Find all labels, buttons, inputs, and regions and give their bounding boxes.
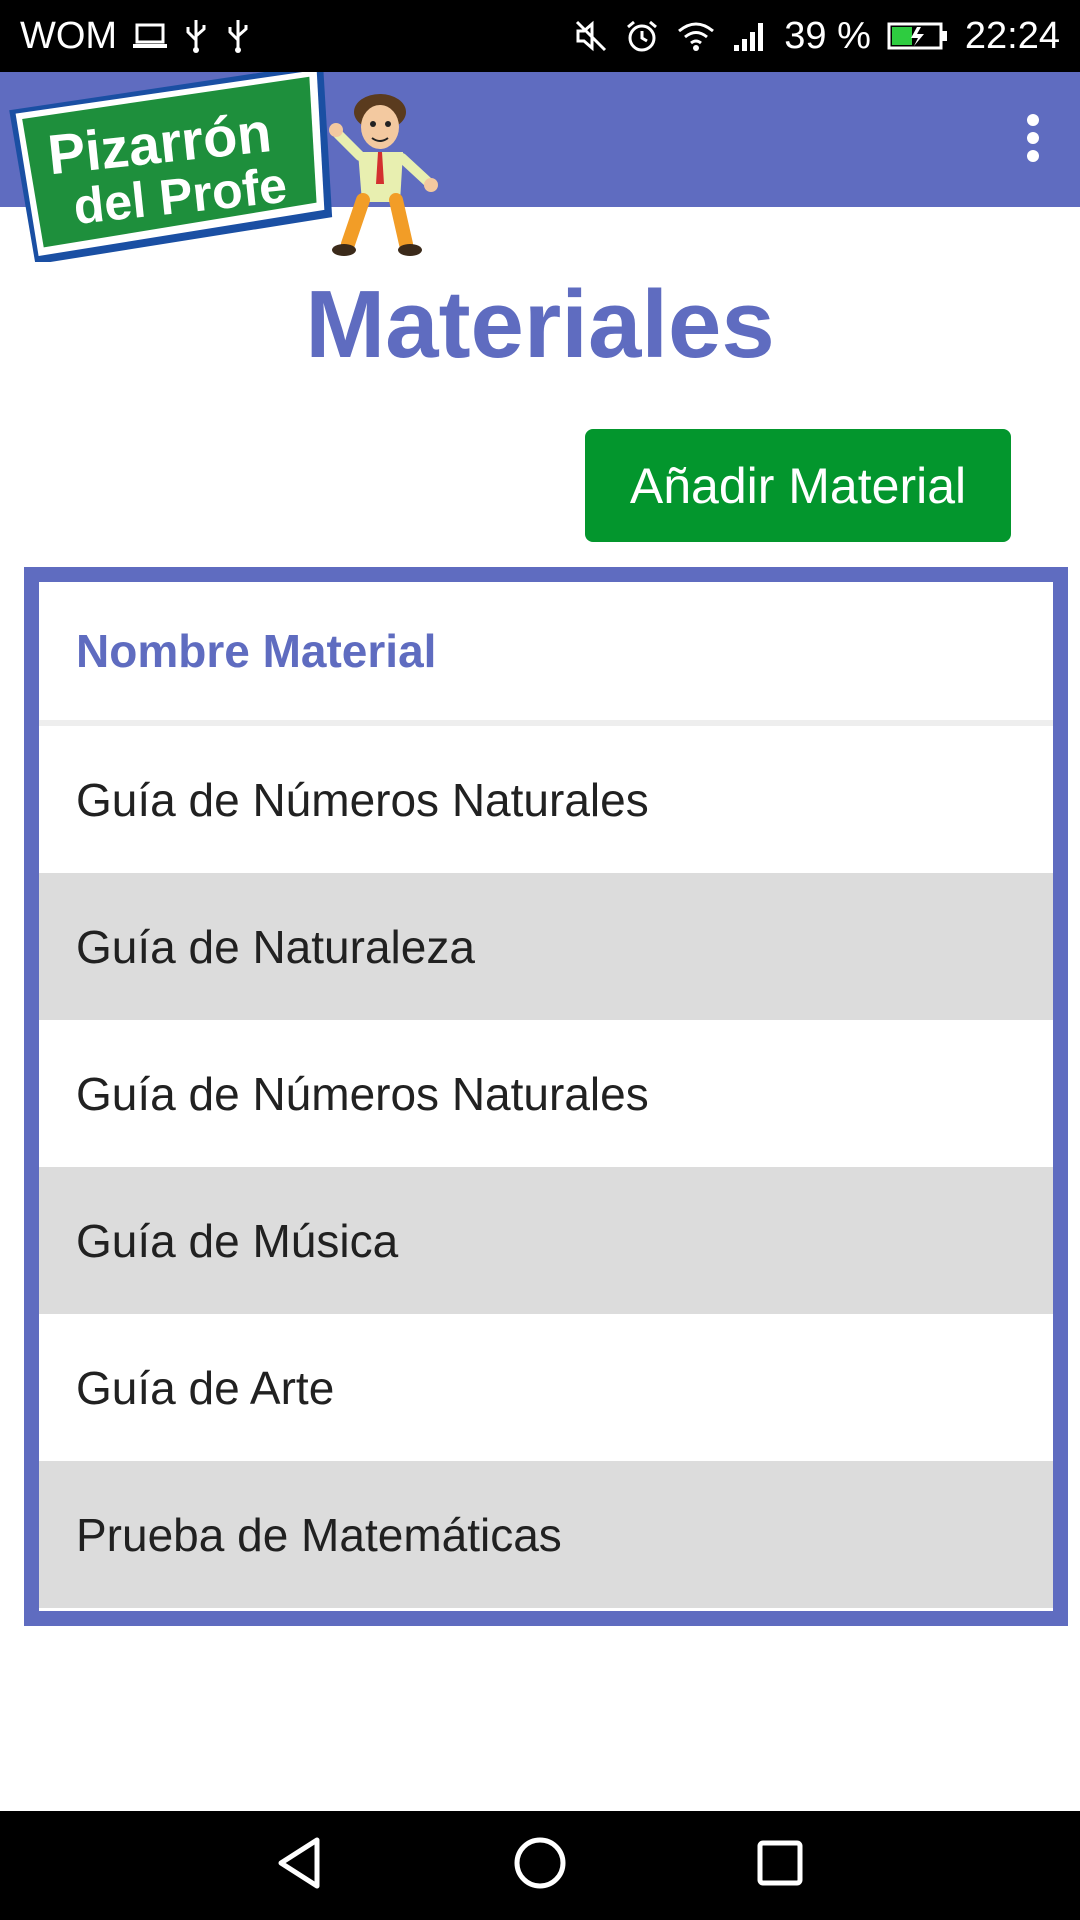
table-row[interactable]: Guía de Música: [39, 1167, 1053, 1314]
table-row[interactable]: Prueba de Matemáticas: [39, 1461, 1053, 1608]
usb-icon: [225, 18, 251, 54]
back-button[interactable]: [180, 1811, 420, 1920]
back-icon: [275, 1836, 325, 1895]
usb-icon: [183, 18, 209, 54]
battery-charging-icon: [887, 21, 949, 51]
table-row[interactable]: Guía de Números Naturales: [39, 1020, 1053, 1167]
table-row[interactable]: Guía de Naturaleza: [39, 873, 1053, 1020]
clock: 22:24: [964, 14, 1060, 57]
app-logo: Pizarrón del Profe: [8, 63, 438, 265]
recents-icon: [756, 1839, 804, 1892]
home-button[interactable]: [420, 1811, 660, 1920]
laptop-icon: [133, 22, 168, 50]
table-row[interactable]: Guía de Números Naturales: [39, 726, 1053, 873]
page-title: Materiales: [305, 271, 775, 378]
home-icon: [513, 1836, 567, 1895]
status-bar: WOM 39 % 22:24: [0, 0, 1080, 72]
signal-icon: [732, 19, 768, 53]
materials-table: Nombre Material Guía de Números Naturale…: [24, 567, 1068, 1626]
carrier-label: WOM: [20, 14, 118, 57]
table-header: Nombre Material: [39, 582, 1053, 726]
table-row[interactable]: Guía de Arte: [39, 1314, 1053, 1461]
battery-percent: 39 %: [784, 14, 871, 57]
add-material-button[interactable]: Añadir Material: [585, 429, 1011, 542]
overflow-menu-button[interactable]: [998, 110, 1068, 170]
wifi-icon: [676, 19, 716, 53]
alarm-icon: [624, 18, 660, 54]
system-nav-bar: [0, 1811, 1080, 1920]
recents-button[interactable]: [660, 1811, 900, 1920]
mute-icon: [574, 19, 608, 53]
more-vert-icon: [1023, 113, 1043, 168]
